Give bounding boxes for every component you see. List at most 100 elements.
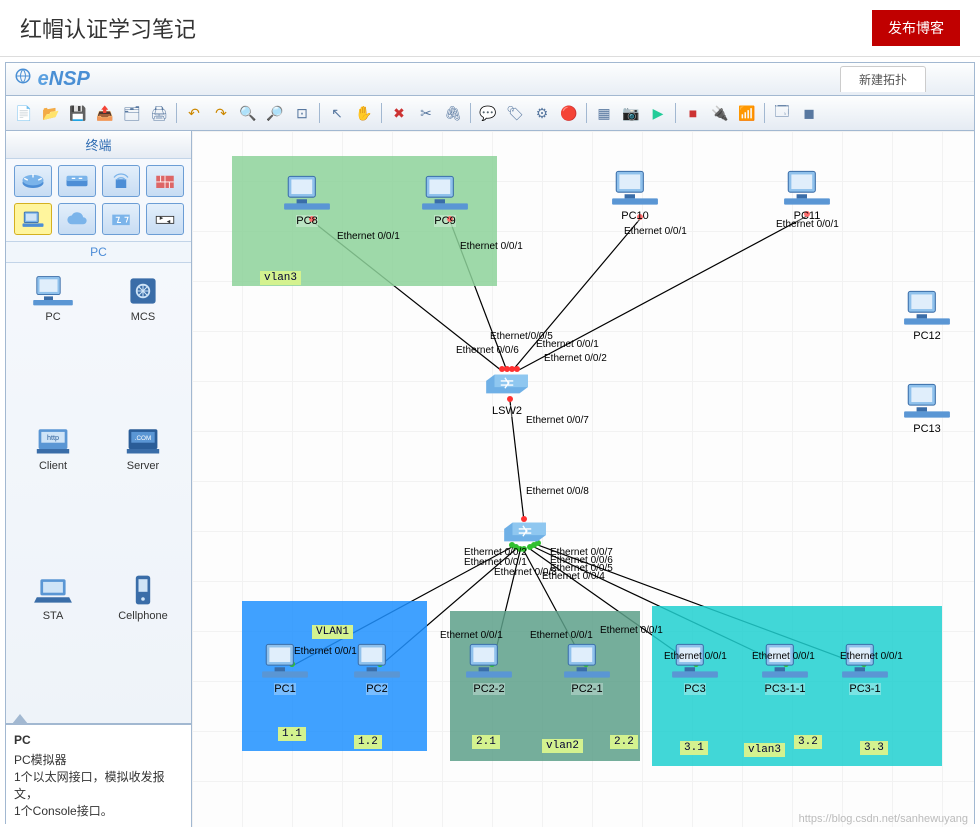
toolbar-hand[interactable]: ✋ [352,101,376,125]
category-switch[interactable] [58,165,96,197]
port-label: Ethernet 0/0/1 [624,226,687,237]
toolbar-options[interactable]: 🗔 [770,101,794,125]
port-label: Ethernet 0/0/1 [530,630,593,641]
toolbar-zoom-in[interactable]: 🔍 [236,101,260,125]
vlan-label: VLAN1 [312,625,353,639]
node-lsw2[interactable]: LSW2 [482,361,532,417]
category-router[interactable] [14,165,52,197]
category-firewall[interactable] [146,165,184,197]
toolbar-redo[interactable]: ↷ [209,101,233,125]
info-line1: PC模拟器 [14,751,183,768]
toolbar-text[interactable]: 💬 [476,101,500,125]
node-pc9[interactable]: PC9 [420,171,470,227]
toolbar-file-save[interactable]: 💾 [66,101,90,125]
device-pc[interactable]: PC [10,271,96,416]
node-pc2[interactable]: PC2 [352,639,402,695]
device-sta[interactable]: STA [10,570,96,715]
port-label: Ethernet 0/0/4 [542,571,605,582]
publish-button[interactable]: 发布博客 [872,10,960,46]
svg-text:.COM: .COM [135,435,151,442]
category-framerelay[interactable] [102,203,140,235]
node-pc8[interactable]: PC8 [282,171,332,227]
category-wlan[interactable] [102,165,140,197]
toolbar-power[interactable]: 🔌 [708,101,732,125]
toolbar-link[interactable]: 🖇 [441,101,465,125]
toolbar-save-all[interactable]: 🗂 [120,101,144,125]
node-pc13[interactable]: PC13 [902,379,952,435]
device-server[interactable]: .COMServer [100,420,186,565]
sidebar-title: 终端 [6,131,191,159]
port-label: Ethernet 0/0/1 [776,219,839,230]
device-info-panel: PC PC模拟器 1个以太网接口，模拟收发报文， 1个Console接口。 [6,723,191,827]
ensp-window: eNSP 新建拓扑 📄📂💾📤🗂🖨↶↷🔍🔎⊡↖✋✖✂🖇💬🏷⚙🔴▦📷▶■🔌📶🗔◼ 终… [5,62,975,824]
toolbar-start[interactable]: ▶ [646,101,670,125]
port-label: Ethernet 0/0/1 [460,241,523,252]
info-line3: 1个Console接口。 [14,802,183,819]
toolbar-arrange[interactable]: 📶 [735,101,759,125]
main-area: 终端 PC PCMCShttpClient.COMServerSTACellph… [6,131,974,827]
port-label: Ethernet 0/0/1 [337,231,400,242]
toolbar-file-new[interactable]: 📄 [12,101,36,125]
topology-canvas[interactable]: https://blog.csdn.net/sanhewuyang vlan3 V… [192,131,974,827]
port-label: Ethernet 0/0/1 [536,339,599,350]
node-pc3-1[interactable]: PC3-1 [840,639,890,695]
vlan-label: vlan3 [744,743,785,757]
ip-label: 1.1 [278,727,306,741]
vlan-label: vlan3 [260,271,301,285]
port-label: Ethernet 0/0/1 [440,630,503,641]
port-label: Ethernet 0/0/1 [294,646,357,657]
node-pc2-1[interactable]: PC2-1 [562,639,612,695]
toolbar-zoom-fit[interactable]: ⊡ [290,101,314,125]
toolbar-delete[interactable]: ✖ [387,101,411,125]
port-label: Ethernet 0/0/1 [664,651,727,662]
node-pc3-1-1[interactable]: PC3-1-1 [760,639,810,695]
category-pc[interactable] [14,203,52,235]
port-label: Ethernet 0/0/1 [600,625,663,636]
port-label: Ethernet 0/0/1 [840,651,903,662]
node-pc11[interactable]: PC11 [782,166,832,222]
toolbar-folder-up[interactable]: 📤 [93,101,117,125]
toolbar-undo[interactable]: ↶ [182,101,206,125]
node-pc10[interactable]: PC10 [610,166,660,222]
ip-label: 2.1 [472,735,500,749]
toolbar-play-cfg[interactable]: ⚙ [530,101,554,125]
toolbar-print[interactable]: 🖨 [147,101,171,125]
globe-icon [14,67,32,85]
port-label: Ethernet 0/0/1 [752,651,815,662]
category-hub[interactable] [146,203,184,235]
device-categories [6,159,191,242]
toolbar-file-open[interactable]: 📂 [39,101,63,125]
port-label: Ethernet 0/0/8 [526,486,589,497]
ip-label: 1.2 [354,735,382,749]
toolbar: 📄📂💾📤🗂🖨 ↶↷🔍🔎⊡ ↖✋ ✖✂🖇 💬🏷⚙🔴 ▦📷▶ ■🔌📶 🗔◼ [6,96,974,131]
toolbar-tag[interactable]: 🏷 [503,101,527,125]
tab-new-topo[interactable]: 新建拓扑 [840,66,926,92]
toolbar-capture[interactable]: 📷 [619,101,643,125]
ip-label: 3.1 [680,741,708,755]
toolbar-zoom-out[interactable]: 🔎 [263,101,287,125]
device-cellphone[interactable]: Cellphone [100,570,186,715]
device-client[interactable]: httpClient [10,420,96,565]
info-title: PC [14,733,183,747]
page-title: 红帽认证学习笔记 [20,12,196,44]
category-cloud[interactable] [58,203,96,235]
sidebar-sub-title: PC [6,242,191,263]
port-label: Ethernet 0/0/7 [526,415,589,426]
ip-label: 3.3 [860,741,888,755]
toolbar-pointer[interactable]: ↖ [325,101,349,125]
node-pc3[interactable]: PC3 [670,639,720,695]
sidebar: 终端 PC PCMCShttpClient.COMServerSTACellph… [6,131,192,827]
ip-label: 2.2 [610,735,638,749]
device-mcs[interactable]: MCS [100,271,186,416]
toolbar-stop[interactable]: ■ [681,101,705,125]
vlan-label: vlan2 [542,739,583,753]
watermark: https://blog.csdn.net/sanhewuyang [799,813,968,825]
node-pc12[interactable]: PC12 [902,286,952,342]
tab-bar: 新建拓扑 [90,66,966,92]
device-list: PCMCShttpClient.COMServerSTACellphone [6,263,191,723]
toolbar-cut[interactable]: ✂ [414,101,438,125]
toolbar-layer[interactable]: ◼ [797,101,821,125]
toolbar-grid[interactable]: ▦ [592,101,616,125]
toolbar-record[interactable]: 🔴 [557,101,581,125]
node-pc2-2[interactable]: PC2-2 [464,639,514,695]
